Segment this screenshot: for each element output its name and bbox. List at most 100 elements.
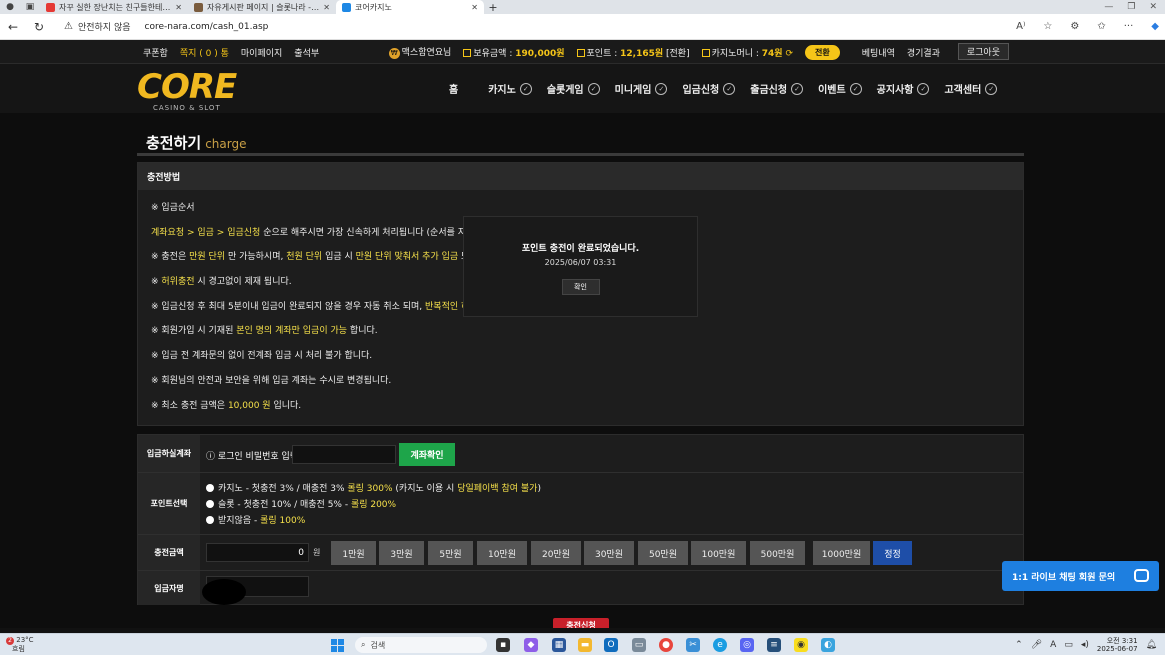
nav-casino[interactable]: 카지노 ✓ xyxy=(488,81,532,96)
charge-submit-button[interactable]: 충전신청 xyxy=(553,618,609,628)
point-option[interactable]: 받지않음 - 롤링 100% xyxy=(206,513,305,526)
close-window-icon[interactable]: ✕ xyxy=(1149,2,1157,12)
site-logo[interactable]: CORE CASINO & SLOT xyxy=(137,70,237,112)
browser-tab[interactable]: 자유게시판 페이지 | 슬롯나라 - 2… ✕ xyxy=(188,0,336,14)
account-check-button[interactable]: 계좌확인 xyxy=(399,443,455,466)
tab-close-icon[interactable]: ✕ xyxy=(471,3,478,12)
point-option[interactable]: 슬롯 - 첫충전 10% / 매충전 5% - 롤링 200% xyxy=(206,497,396,510)
nav-slot[interactable]: 슬롯게임 ✓ xyxy=(547,81,600,96)
live-chat-widget[interactable]: 1:1 라이브 채팅 회원 문의 xyxy=(1002,561,1159,591)
restore-icon[interactable]: ❐ xyxy=(1127,2,1135,12)
amount-input[interactable]: 0 xyxy=(206,543,309,562)
account-row: 입금하실계좌 ⓘ 로그인 비밀번호 입력 계좌확인 xyxy=(138,435,1023,473)
ime-icon[interactable]: A xyxy=(1050,640,1056,650)
taskbar-search[interactable]: ⌕ 검색 xyxy=(355,637,487,653)
amount-preset-button[interactable]: 10만원 xyxy=(477,541,527,565)
microphone-icon[interactable]: 🎤︎ xyxy=(1031,640,1042,650)
read-aloud-icon[interactable]: A⁾ xyxy=(1016,21,1025,32)
notifications-icon[interactable]: 🔔︎ xyxy=(1146,640,1157,650)
volume-icon[interactable]: ◂) xyxy=(1081,640,1089,650)
nav-minigame[interactable]: 미니게임 ✓ xyxy=(615,81,668,96)
convert-button[interactable]: 전환 xyxy=(805,44,840,60)
amount-preset-button[interactable]: 100만원 xyxy=(691,541,746,565)
rule-line: ※ 회원님의 안전과 보안을 위해 입금 계좌는 수시로 변경됩니다. xyxy=(151,375,392,386)
password-input[interactable] xyxy=(292,445,396,464)
attendance-link[interactable]: 출석부 xyxy=(294,46,319,59)
nav-home[interactable]: 홈 xyxy=(449,81,458,96)
messages-link[interactable]: 쪽지 ( 0 ) 통 xyxy=(180,46,229,59)
account-label: 입금하실계좌 xyxy=(138,435,200,472)
chevron-circle-icon: ✓ xyxy=(587,82,600,95)
amount-preset-button[interactable]: 5만원 xyxy=(428,541,473,565)
logout-button[interactable]: 로그아웃 xyxy=(957,43,1009,60)
point-option[interactable]: 카지노 - 첫충전 3% / 매충전 3% 롤링 300% (카지노 이용 시 … xyxy=(206,481,541,494)
reload-icon[interactable]: ↻ xyxy=(26,20,52,34)
kakaotalk-icon[interactable]: ◉ xyxy=(794,638,808,652)
tab-close-icon[interactable]: ✕ xyxy=(175,3,182,12)
alert-dialog: 포인트 충전이 완료되었습니다. 2025/06/07 03:31 확인 xyxy=(463,216,698,317)
amount-preset-button[interactable]: 50만원 xyxy=(638,541,688,565)
browser-tab[interactable]: 자꾸 실한 장난치는 친구들한테 … ✕ xyxy=(40,0,188,14)
chrome-icon[interactable]: ● xyxy=(659,638,673,652)
redacted-name xyxy=(202,579,246,605)
tray-chevron-icon[interactable]: ⌃ xyxy=(1015,640,1023,650)
point-convert-link[interactable]: [전환] xyxy=(666,49,690,59)
more-menu-icon[interactable]: ··· xyxy=(1124,21,1134,32)
amount-preset-button[interactable]: 1만원 xyxy=(331,541,376,565)
tab-actions-icon[interactable]: ▣ xyxy=(20,2,40,12)
address-bar: ← ↻ ⚠ 안전하지 않음 core-nara.com/cash_01.asp … xyxy=(0,14,1165,40)
weather-widget[interactable]: 2 23°C 흐림 xyxy=(6,636,34,653)
amount-preset-button[interactable]: 3만원 xyxy=(379,541,424,565)
tab-close-icon[interactable]: ✕ xyxy=(323,3,330,12)
task-view-icon[interactable]: ▪ xyxy=(496,638,510,652)
nav-withdraw[interactable]: 출금신청 ✓ xyxy=(750,81,804,96)
snipping-tool-icon[interactable]: ✂ xyxy=(686,638,700,652)
photos-icon[interactable]: ▭ xyxy=(632,638,646,652)
top-left-links: 쿠폰함 쪽지 ( 0 ) 통 마이페이지 출석부 xyxy=(143,40,319,64)
chevron-circle-icon: ✓ xyxy=(917,82,930,95)
network-icon[interactable]: ▭ xyxy=(1064,640,1073,650)
clock[interactable]: 오전 3:31 2025-06-07 xyxy=(1097,637,1138,653)
alert-ok-button[interactable]: 확인 xyxy=(561,279,600,295)
refresh-icon[interactable]: ⟳ xyxy=(785,49,793,59)
back-icon[interactable]: ← xyxy=(0,20,26,34)
notepad-icon[interactable]: ≡ xyxy=(767,638,781,652)
outlook-icon[interactable]: O xyxy=(604,638,618,652)
minimize-icon[interactable]: — xyxy=(1104,2,1113,12)
amount-reset-button[interactable]: 정정 xyxy=(873,541,912,565)
new-tab-icon[interactable]: + xyxy=(484,1,502,14)
chevron-circle-icon: ✓ xyxy=(985,82,998,95)
nav-event[interactable]: 이벤트 ✓ xyxy=(818,81,862,96)
file-explorer-icon[interactable]: ▬ xyxy=(578,638,592,652)
nav-support[interactable]: 고객센터 ✓ xyxy=(944,81,998,96)
betting-history-link[interactable]: 베팅내역 xyxy=(862,46,895,59)
amount-preset-button[interactable]: 20만원 xyxy=(531,541,581,565)
extensions-icon[interactable]: ⚙ xyxy=(1070,21,1079,32)
favorites-icon[interactable]: ✩ xyxy=(1097,21,1105,32)
radio-button[interactable] xyxy=(206,483,214,492)
profile-icon[interactable]: ● xyxy=(0,2,20,12)
radio-button[interactable] xyxy=(206,499,214,508)
coupon-link[interactable]: 쿠폰함 xyxy=(143,46,168,59)
game-results-link[interactable]: 경기결과 xyxy=(907,46,940,59)
tab-favicon-icon xyxy=(342,2,351,12)
copilot-icon[interactable]: ◆ xyxy=(1151,21,1159,32)
amount-preset-button[interactable]: 1000만원 xyxy=(813,541,870,565)
app-icon[interactable]: ◐ xyxy=(821,638,835,652)
mypage-link[interactable]: 마이페이지 xyxy=(241,46,282,59)
radio-button[interactable] xyxy=(206,515,214,524)
url-field[interactable]: core-nara.com/cash_01.asp xyxy=(145,22,269,32)
store-icon[interactable]: ▦ xyxy=(552,638,566,652)
window-controls: — ❐ ✕ xyxy=(1104,2,1165,12)
amount-preset-button[interactable]: 30만원 xyxy=(584,541,634,565)
security-warning[interactable]: ⚠ 안전하지 않음 xyxy=(64,20,131,33)
browser-tab[interactable]: 코어카지노 ✕ xyxy=(336,0,484,14)
copilot-app-icon[interactable]: ◆ xyxy=(524,638,538,652)
nav-notice[interactable]: 공지사항 ✓ xyxy=(877,81,930,96)
start-menu-icon[interactable] xyxy=(331,639,344,652)
amount-preset-button[interactable]: 500만원 xyxy=(750,541,805,565)
discord-icon[interactable]: ◎ xyxy=(740,638,754,652)
nav-deposit[interactable]: 입금신청 ✓ xyxy=(682,81,736,96)
favorite-star-icon[interactable]: ☆ xyxy=(1043,21,1052,32)
edge-icon[interactable]: e xyxy=(713,638,727,652)
